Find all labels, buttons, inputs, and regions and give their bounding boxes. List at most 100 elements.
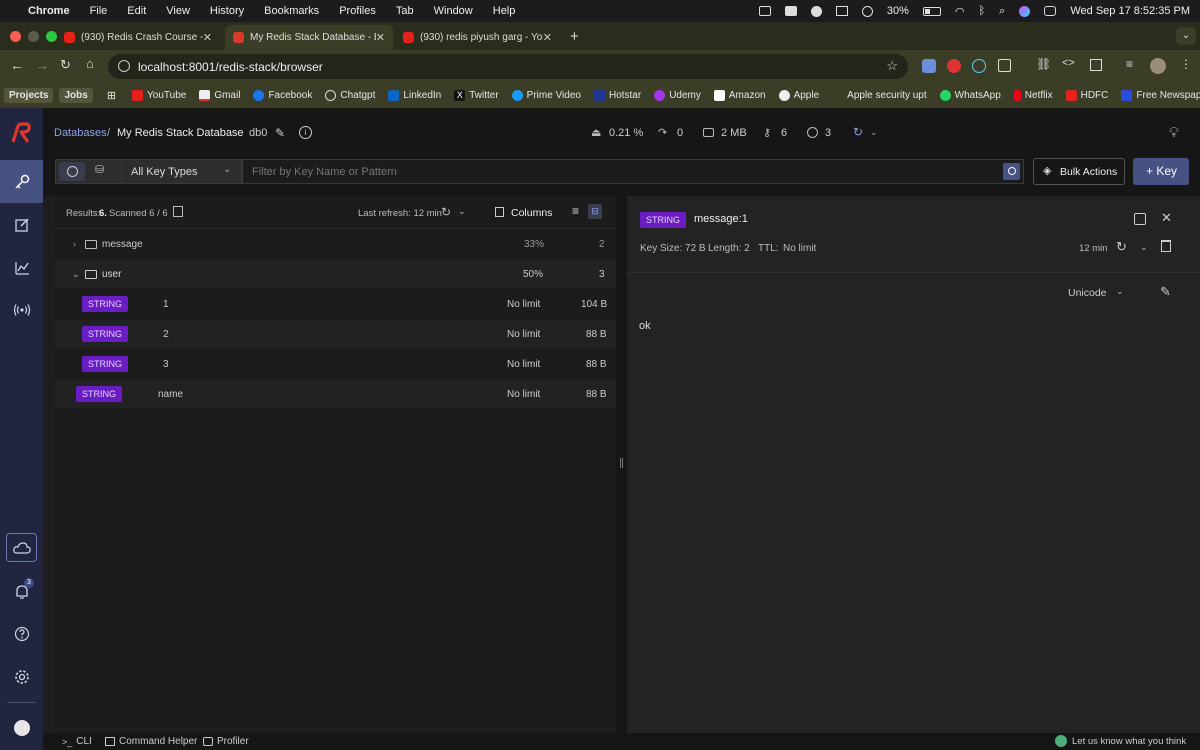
bookmark-amazon[interactable]: Amazon	[713, 90, 766, 101]
status-icon[interactable]	[810, 5, 822, 17]
detail-key-name[interactable]: message:1	[694, 213, 748, 225]
insights-lightbulb-icon[interactable]: 💡︎	[1169, 124, 1179, 141]
expand-fullscreen-icon[interactable]	[1134, 213, 1146, 225]
play-icon[interactable]	[861, 5, 873, 17]
auto-refresh-icon[interactable]: ↻	[853, 125, 863, 139]
back-icon[interactable]: ←	[10, 57, 24, 73]
bulk-actions-button[interactable]: ◈ Bulk Actions	[1033, 158, 1125, 185]
bookmark-hdfc[interactable]: HDFC	[1065, 90, 1108, 101]
breadcrumb-databases-link[interactable]: Databases	[54, 127, 107, 139]
menubar-datetime[interactable]: Wed Sep 17 8:52:35 PM	[1070, 5, 1190, 17]
command-helper-button[interactable]: Command Helper	[105, 736, 197, 747]
bookmark-linkedin[interactable]: LinkedIn	[388, 90, 441, 101]
key-filter-field[interactable]	[252, 164, 972, 180]
workbench-edit-icon[interactable]	[7, 210, 36, 239]
tree-folder-row[interactable]: › message 33% 2	[55, 229, 616, 259]
app-menu-chrome[interactable]: Chrome	[28, 5, 70, 17]
key-row[interactable]: STRING 3 No limit 88 B	[55, 349, 616, 379]
menu-edit[interactable]: Edit	[127, 5, 146, 17]
edit-value-icon[interactable]: ✎	[1160, 284, 1171, 300]
key-row[interactable]: STRING 2 No limit 88 B	[55, 319, 616, 349]
menu-view[interactable]: View	[166, 5, 190, 17]
close-icon[interactable]: ✕	[1161, 210, 1172, 226]
control-center-icon[interactable]	[1044, 6, 1057, 16]
key-row[interactable]: STRING 1 No limit 104 B	[55, 289, 616, 319]
key-filter-input[interactable]	[242, 159, 1024, 184]
reload-icon[interactable]: ↻	[60, 57, 71, 73]
key-row-selected[interactable]: STRING name No limit 88 B	[55, 379, 616, 409]
profile-avatar[interactable]	[1150, 58, 1166, 74]
info-icon[interactable]: i	[299, 126, 312, 139]
key-value-text[interactable]: ok	[639, 320, 651, 332]
bookmark-apple-security[interactable]: Apple security upt	[832, 90, 927, 101]
cli-button[interactable]: >_ CLI	[62, 736, 92, 747]
bluetooth-icon[interactable]: ᛒ	[979, 5, 986, 17]
close-tab-icon[interactable]: ✕	[543, 31, 552, 44]
home-icon[interactable]: ⌂	[86, 56, 94, 71]
search-mode-vector-icon[interactable]: ⛁	[95, 163, 104, 176]
panel-resize-handle[interactable]	[616, 196, 627, 733]
bookmark-twitter[interactable]: X Twitter	[454, 90, 499, 101]
menu-tab[interactable]: Tab	[396, 5, 414, 17]
ttl-value[interactable]: No limit	[783, 243, 816, 254]
settings-gear-icon[interactable]	[7, 662, 36, 691]
database-index[interactable]: db0	[249, 127, 267, 139]
value-format-select[interactable]: Unicode	[1068, 287, 1107, 299]
bookmark-facebook[interactable]: Facebook	[253, 90, 312, 101]
close-tab-icon[interactable]: ✕	[376, 31, 385, 44]
cloud-icon[interactable]	[6, 533, 37, 562]
tree-folder-row[interactable]: ⌄ user 50% 3	[55, 259, 616, 289]
extensions-puzzle-icon[interactable]	[998, 59, 1011, 72]
list-view-icon[interactable]: ≡	[572, 204, 579, 218]
address-bar[interactable]: localhost:8001/redis-stack/browser ☆	[108, 54, 908, 79]
menu-file[interactable]: File	[90, 5, 108, 17]
battery-icon[interactable]	[922, 6, 941, 16]
profiler-button[interactable]: Profiler	[203, 736, 249, 747]
help-icon[interactable]	[7, 619, 36, 648]
extension-icon[interactable]	[922, 59, 936, 73]
browser-nav-key-icon[interactable]	[0, 160, 43, 203]
menu-profiles[interactable]: Profiles	[339, 5, 376, 17]
browser-tab[interactable]: (930) Redis Crash Course - Y ✕	[56, 25, 220, 50]
bookmark-youtube[interactable]: YouTube	[132, 90, 186, 101]
bookmark-whatsapp[interactable]: WhatsApp	[939, 90, 1001, 101]
new-tab-button[interactable]: +	[570, 28, 579, 45]
browser-tab[interactable]: (930) redis piyush garg - You ✕	[395, 25, 560, 50]
menu-bookmarks[interactable]: Bookmarks	[264, 5, 319, 17]
extension-icon[interactable]	[947, 59, 961, 73]
status-icon[interactable]	[758, 6, 771, 16]
link-icon[interactable]: ⛓	[1036, 57, 1051, 71]
bookmark-udemy[interactable]: Udemy	[654, 90, 701, 101]
browser-tab-active[interactable]: My Redis Stack Database - B ✕	[225, 25, 393, 50]
extension-icon[interactable]	[972, 59, 986, 73]
delete-trash-icon[interactable]	[1161, 240, 1171, 252]
chrome-menu-icon[interactable]: ⋮	[1180, 57, 1192, 71]
bookmark-projects[interactable]: Projects	[4, 88, 54, 103]
pubsub-broadcast-icon[interactable]	[7, 295, 36, 324]
chevron-down-icon[interactable]: ⌄	[1116, 286, 1124, 297]
wifi-icon[interactable]: ◠	[955, 5, 965, 18]
key-type-select[interactable]: All Key Types ⌄	[121, 159, 242, 184]
forward-icon[interactable]: →	[35, 57, 49, 73]
siri-icon[interactable]	[1019, 5, 1031, 17]
analysis-chart-icon[interactable]	[7, 253, 36, 282]
menu-help[interactable]: Help	[493, 5, 516, 17]
close-tab-icon[interactable]: ✕	[203, 31, 212, 44]
chevron-down-icon[interactable]: ⌄	[72, 259, 80, 289]
columns-button[interactable]: Columns	[511, 207, 552, 219]
feedback-link[interactable]: Let us know what you think	[1055, 735, 1186, 747]
minimize-window-button[interactable]	[28, 31, 39, 42]
chevron-down-icon[interactable]: ⌄	[458, 206, 466, 217]
bookmark-netflix[interactable]: Netflix	[1013, 90, 1053, 101]
bookmark-star-icon[interactable]: ☆	[886, 58, 898, 74]
search-icon[interactable]: ⌕	[999, 5, 1005, 18]
bookmark-chatgpt[interactable]: Chatgpt	[325, 90, 375, 101]
bookmark-gmail[interactable]: Gmail	[199, 90, 240, 101]
chevron-down-icon[interactable]: ⌄	[870, 127, 878, 138]
tab-search-button[interactable]: ⌄	[1176, 27, 1196, 45]
scan-more-icon[interactable]	[173, 206, 183, 217]
refresh-icon[interactable]: ↻	[1116, 239, 1127, 255]
search-icon[interactable]	[1003, 163, 1020, 180]
reading-list-icon[interactable]: ≡	[1126, 57, 1133, 71]
close-window-button[interactable]	[10, 31, 21, 42]
